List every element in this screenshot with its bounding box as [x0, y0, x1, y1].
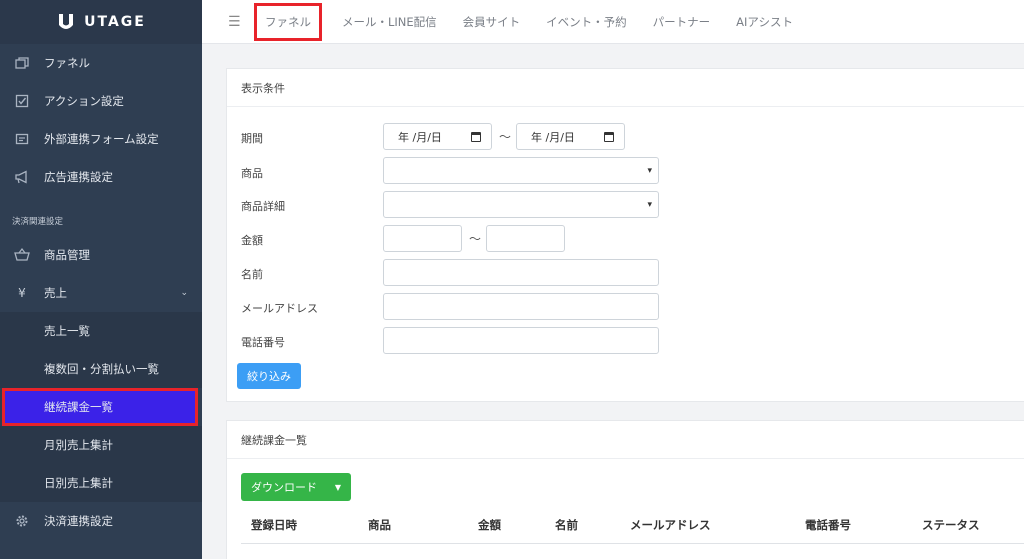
phone-input[interactable]	[383, 327, 659, 354]
email-input[interactable]	[383, 293, 659, 320]
download-button-label: ダウンロード	[251, 481, 317, 494]
sidebar-subitem-monthly-sales[interactable]: 月別売上集計	[0, 426, 202, 464]
caret-down-icon[interactable]: ▼	[335, 483, 341, 492]
product-select[interactable]: ▾	[383, 157, 659, 184]
name-label: 名前	[241, 268, 263, 281]
chevron-down-icon: ▾	[647, 199, 652, 210]
column-header-phone[interactable]: 電話番号	[805, 517, 851, 533]
filter-submit-button[interactable]: 絞り込み	[237, 363, 301, 389]
tab-funnel[interactable]: ファネル	[254, 2, 322, 41]
megaphone-icon	[14, 169, 30, 185]
product-label: 商品	[241, 167, 263, 180]
sidebar-item-label: ファネル	[44, 56, 90, 70]
download-button[interactable]: ダウンロード ▼	[241, 473, 351, 501]
sidebar-item-ad-integration[interactable]: 広告連携設定	[0, 158, 202, 196]
checkbox-icon	[14, 93, 30, 109]
sidebar-item-external-form[interactable]: 外部連携フォーム設定	[0, 120, 202, 158]
date-placeholder: 年 /月/日	[531, 130, 575, 144]
sidebar-subitem-subscription-list[interactable]: 継続課金一覧	[2, 388, 198, 426]
name-input[interactable]	[383, 259, 659, 286]
tab-mail-line[interactable]: メール・LINE配信	[342, 14, 437, 30]
table-header-divider	[241, 543, 1024, 544]
sidebar-item-action-settings[interactable]: アクション設定	[0, 82, 202, 120]
column-header-name[interactable]: 名前	[555, 517, 578, 533]
amount-label: 金額	[241, 234, 263, 247]
brand-name: UTAGE	[84, 14, 146, 30]
column-header-registered-at[interactable]: 登録日時	[251, 517, 297, 533]
subscription-list-title: 継続課金一覧	[227, 421, 1024, 459]
email-label: メールアドレス	[241, 302, 318, 315]
subscription-list-panel: 継続課金一覧 ダウンロード ▼ 登録日時 商品 金額 名前 メールアドレス 電話…	[226, 420, 1024, 559]
product-detail-label: 商品詳細	[241, 200, 285, 213]
filter-panel-title: 表示条件	[227, 69, 1024, 107]
brand[interactable]: UTAGE	[0, 0, 202, 44]
sidebar-section-payment: 決済関連設定	[12, 217, 64, 227]
sidebar-item-label: 広告連携設定	[44, 170, 113, 184]
form-icon	[14, 131, 30, 147]
period-end-date-input[interactable]: 年 /月/日	[516, 123, 625, 150]
column-header-status[interactable]: ステータス	[922, 517, 980, 533]
column-header-email[interactable]: メールアドレス	[630, 517, 711, 533]
sidebar-item-sales[interactable]: ¥ 売上 ⌄	[0, 274, 202, 312]
gear-icon	[14, 513, 30, 529]
sidebar-item-label: アクション設定	[44, 94, 124, 108]
hamburger-menu-icon[interactable]: ☰	[228, 14, 242, 30]
period-label: 期間	[241, 132, 263, 145]
period-start-date-input[interactable]: 年 /月/日	[383, 123, 492, 150]
tab-partner[interactable]: パートナー	[653, 14, 711, 30]
tab-ai-assist[interactable]: AIアシスト	[736, 14, 793, 30]
amount-min-input[interactable]	[383, 225, 462, 252]
amount-max-input[interactable]	[486, 225, 565, 252]
sidebar-subitem-sales-list[interactable]: 売上一覧	[0, 312, 202, 350]
sidebar-item-product-management[interactable]: 商品管理	[0, 236, 202, 274]
calendar-icon[interactable]	[471, 131, 481, 142]
sidebar-item-label: 商品管理	[44, 248, 90, 262]
amount-separator: 〜	[469, 232, 482, 246]
sidebar-item-payment-integration[interactable]: 決済連携設定	[0, 502, 202, 540]
sidebar-subitem-daily-sales[interactable]: 日別売上集計	[0, 464, 202, 502]
sidebar-item-label: 外部連携フォーム設定	[44, 132, 159, 146]
column-header-amount[interactable]: 金額	[478, 517, 501, 533]
chevron-down-icon: ⌄	[180, 288, 188, 298]
basket-icon	[14, 247, 30, 263]
sidebar-item-label: 売上	[44, 286, 67, 300]
filter-panel: 表示条件 期間 年 /月/日 〜 年 /月/日 商品 ▾ 商品詳細 ▾ 金額 〜…	[226, 68, 1024, 402]
sidebar-item-label: 決済連携設定	[44, 514, 113, 528]
utage-logo-icon	[59, 14, 74, 29]
funnel-icon	[14, 55, 30, 71]
tab-member-site[interactable]: 会員サイト	[463, 14, 521, 30]
tab-event-booking[interactable]: イベント・予約	[546, 14, 627, 30]
chevron-down-icon: ▾	[647, 165, 652, 176]
sidebar-subitem-installment-list[interactable]: 複数回・分割払い一覧	[0, 350, 202, 388]
sidebar: UTAGE ファネル アクション設定 外部連携フォーム設定 広告連携設定 決済関…	[0, 0, 202, 559]
sidebar-item-funnel[interactable]: ファネル	[0, 44, 202, 82]
column-header-product[interactable]: 商品	[368, 517, 391, 533]
top-navigation: ☰ ファネル メール・LINE配信 会員サイト イベント・予約 パートナー AI…	[202, 0, 1024, 44]
calendar-icon[interactable]	[604, 131, 614, 142]
date-placeholder: 年 /月/日	[398, 130, 442, 144]
product-detail-select[interactable]: ▾	[383, 191, 659, 218]
yen-icon: ¥	[18, 286, 26, 300]
phone-label: 電話番号	[241, 336, 285, 349]
period-separator: 〜	[499, 130, 512, 144]
